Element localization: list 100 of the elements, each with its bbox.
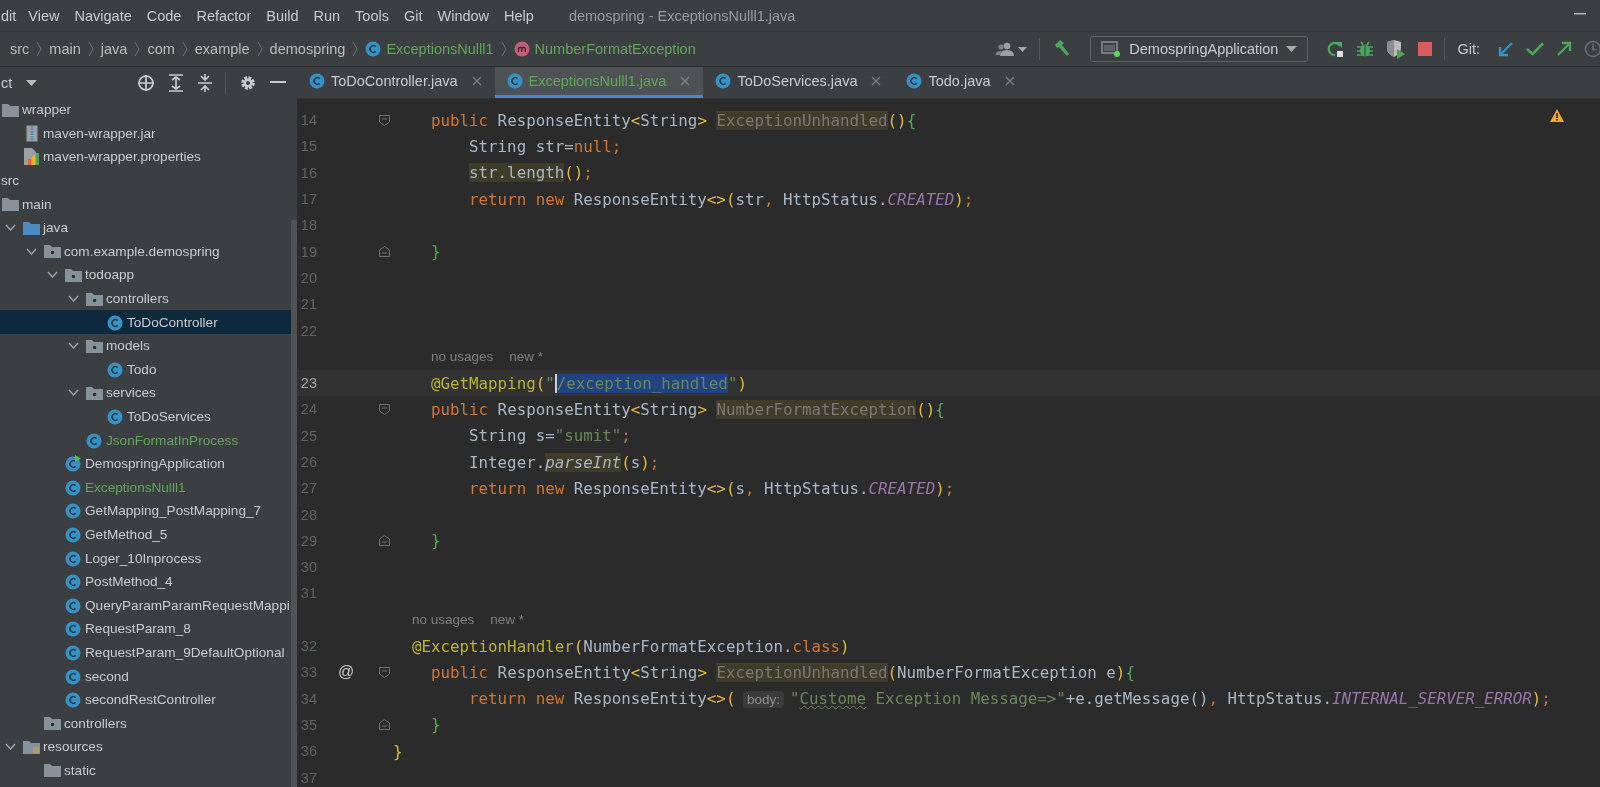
tree-item[interactable]: ToDoController — [126, 314, 218, 330]
inlay-hint[interactable]: new * — [490, 612, 525, 628]
tree-item[interactable]: services — [105, 385, 156, 401]
tree-item[interactable]: maven-wrapper.properties — [42, 149, 201, 165]
close-icon[interactable] — [1004, 76, 1015, 86]
breadcrumb-item[interactable]: main — [49, 41, 81, 57]
close-icon[interactable] — [871, 76, 882, 86]
class-icon — [65, 478, 82, 496]
tree-item[interactable]: DemospringApplication — [84, 456, 225, 472]
fold-icon[interactable] — [378, 114, 390, 126]
chevron-icon — [36, 41, 43, 57]
tree-item[interactable]: ToDoServices — [126, 409, 211, 424]
class-icon — [65, 596, 82, 614]
breadcrumb-item[interactable]: demospring — [269, 41, 346, 57]
tree-item[interactable]: java — [42, 220, 68, 236]
tree-item[interactable]: controllers — [63, 715, 127, 731]
folder-icon — [44, 244, 61, 259]
fold-icon[interactable] — [378, 666, 390, 678]
close-icon[interactable] — [471, 76, 482, 86]
editor-tab[interactable]: ToDoController.java — [297, 67, 495, 98]
editor-tab[interactable]: Todo.java — [894, 67, 1028, 98]
folder-icon — [44, 716, 61, 731]
inlay-hint[interactable]: no usages — [431, 349, 494, 365]
users-icon[interactable] — [995, 41, 1016, 57]
menu-item[interactable]: Run — [313, 7, 341, 24]
tree-item[interactable]: maven-wrapper.jar — [42, 125, 156, 141]
stop-icon[interactable] — [1418, 42, 1433, 56]
tree-item[interactable]: Todo — [126, 361, 157, 377]
folder-icon — [86, 385, 103, 400]
check-icon[interactable] — [1526, 42, 1544, 56]
breadcrumb-item[interactable]: NumberFormatException — [534, 41, 696, 57]
breadcrumb-item[interactable]: example — [194, 41, 250, 57]
run-config-dropdown[interactable]: DemospringApplication — [1090, 36, 1309, 62]
menu-item[interactable]: Build — [266, 7, 299, 24]
tree-item[interactable]: RequestParam_8 — [84, 621, 191, 637]
crosshair-icon[interactable] — [137, 73, 156, 92]
menu-item[interactable]: Git — [403, 7, 423, 24]
tree-item[interactable]: models — [105, 338, 150, 354]
tree-item[interactable]: PostMethod_4 — [84, 574, 173, 590]
folder-icon — [2, 102, 19, 117]
menu-item[interactable]: Code — [146, 7, 182, 24]
editor-tab[interactable]: ToDoServices.java — [703, 67, 895, 98]
class-icon — [65, 549, 82, 567]
caret-icon[interactable] — [1018, 46, 1028, 52]
menu-item[interactable]: Window — [437, 7, 490, 24]
tree-item[interactable]: wrapper — [21, 102, 72, 118]
clock-icon[interactable] — [1584, 40, 1600, 58]
tree-item[interactable]: main — [21, 196, 52, 212]
tree-item[interactable]: src — [0, 173, 20, 189]
menu-item[interactable]: Help — [504, 7, 534, 24]
line-number: 31 — [299, 585, 317, 602]
menu-item[interactable]: Navigate — [74, 7, 132, 24]
tree-item[interactable]: ExceptionsNulll1 — [84, 479, 186, 495]
breadcrumb-item[interactable]: src — [10, 41, 30, 57]
scrollbar[interactable] — [291, 220, 297, 787]
panel-title[interactable]: ct — [1, 74, 13, 91]
tree-item[interactable]: RequestParam_9DefaultOptional — [84, 644, 285, 660]
settings-icon[interactable] — [239, 73, 258, 92]
tree-item[interactable]: controllers — [105, 291, 169, 307]
tree-item[interactable]: GetMapping_PostMapping_7 — [84, 503, 262, 519]
code-line: return new ResponseEntity<>( body: "Custome Exception Message=>"+e.getMessage(), HttpStatus.INTERNAL_SERVER_ERROR); — [469, 689, 1551, 709]
tree-item[interactable]: static — [63, 762, 96, 778]
shield-icon[interactable] — [1386, 39, 1407, 59]
breadcrumb-item[interactable]: java — [100, 41, 128, 57]
tree-item[interactable]: GetMethod_5 — [84, 527, 168, 542]
caret-icon[interactable] — [26, 79, 38, 86]
up-right-arrow-icon[interactable] — [1556, 41, 1572, 57]
gutter-mark[interactable]: @ — [337, 663, 355, 682]
tree-item[interactable]: Loger_10Inprocess — [84, 550, 202, 566]
tree-item[interactable]: second — [84, 668, 129, 684]
tree-item[interactable]: todoapp — [84, 267, 135, 283]
menu-item[interactable]: View — [28, 7, 60, 24]
selected-row[interactable]: ToDoController — [0, 310, 291, 334]
tree-item[interactable]: JsonFormatInProcess — [105, 432, 239, 448]
breadcrumb-item[interactable]: com — [147, 41, 175, 57]
tree-item[interactable]: resources — [42, 739, 103, 755]
fold-icon[interactable] — [378, 535, 390, 547]
collapse-all-icon[interactable] — [197, 73, 214, 92]
fold-icon[interactable] — [378, 719, 390, 731]
tree-item[interactable]: secondRestController — [84, 692, 216, 708]
menu-item[interactable]: dit — [1, 7, 17, 24]
expand-all-icon[interactable] — [168, 73, 185, 92]
menu-item[interactable]: Refactor — [196, 7, 252, 24]
minus-icon[interactable] — [270, 81, 287, 84]
class-icon — [86, 431, 103, 449]
inlay-hint[interactable]: no usages — [412, 612, 475, 628]
bug-icon[interactable] — [1356, 40, 1375, 58]
tree-item[interactable]: QueryParamParamRequestMappi — [84, 597, 290, 613]
down-left-arrow-icon[interactable] — [1498, 41, 1514, 57]
fold-icon[interactable] — [378, 246, 390, 258]
minimize-icon[interactable] — [1574, 13, 1586, 15]
inlay-hint[interactable]: new * — [509, 349, 544, 365]
breadcrumb-item[interactable]: ExceptionsNulll1 — [386, 41, 494, 57]
code-line: String s="sumit"; — [469, 426, 631, 446]
refresh-icon[interactable] — [1326, 40, 1345, 58]
tree-item[interactable]: com.example.demospring — [63, 243, 220, 259]
close-icon[interactable] — [680, 76, 691, 86]
warning-icon[interactable] — [1550, 109, 1564, 122]
menu-item[interactable]: Tools — [355, 7, 389, 24]
fold-icon[interactable] — [378, 403, 390, 415]
